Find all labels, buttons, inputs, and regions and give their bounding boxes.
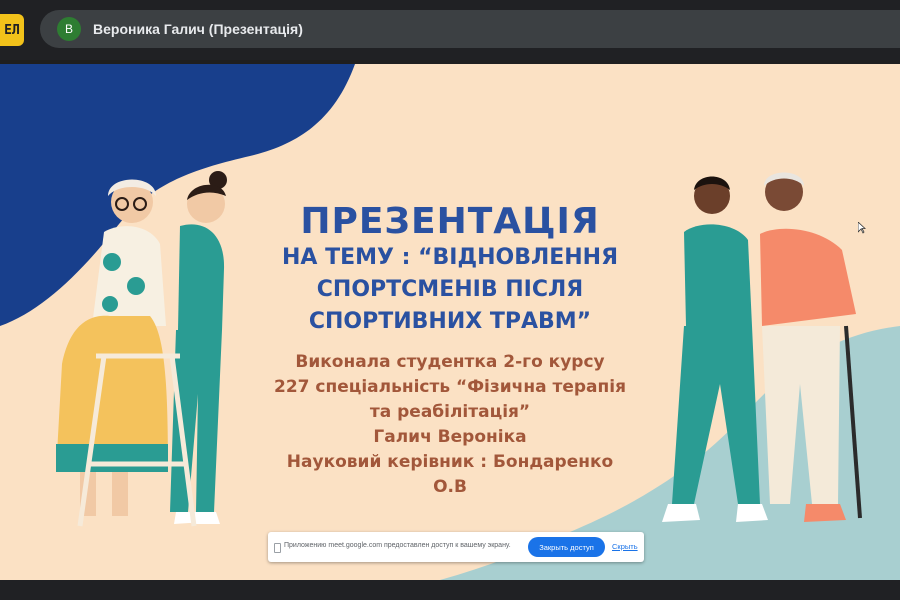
mouse-cursor-icon [858, 222, 866, 234]
author-line: Виконала студентка 2-го курсу [295, 352, 605, 372]
right-nurse-top [684, 224, 752, 326]
slide-author-info: Виконала студентка 2-го курсу 227 спеціа… [220, 350, 680, 500]
screen-share-notice-text: Приложению meet.google.com предоставлен … [284, 542, 511, 549]
author-line: Галич Вероніка [373, 427, 527, 447]
author-line: та реабілітація” [369, 402, 531, 422]
author-line: 227 спеціальність “Фізична терапія [274, 377, 626, 397]
woman-cardigan [92, 226, 166, 326]
window-title-bar: В Вероника Галич (Презентація) [40, 10, 900, 48]
stop-sharing-button[interactable]: Закрыть доступ [528, 537, 605, 557]
topic-line: НА ТЕМУ : “ВІДНОВЛЕННЯ [281, 245, 619, 270]
topic-line: СПОРТСМЕНІВ ПІСЛЯ [316, 277, 584, 302]
slide-text-block: ПРЕЗЕНТАЦІЯ НА ТЕМУ : “ВІДНОВЛЕННЯ СПОРТ… [220, 202, 680, 500]
shared-screen-area: ПРЕЗЕНТАЦІЯ НА ТЕМУ : “ВІДНОВЛЕННЯ СПОРТ… [0, 60, 900, 600]
topic-line: СПОРТИВНИХ ТРАВМ” [308, 309, 592, 334]
screen-share-notice: Приложению meet.google.com предоставлен … [268, 532, 644, 562]
avatar: В [57, 17, 81, 41]
nurse-top [178, 224, 225, 330]
author-line: Науковий керівник : Бондаренко [286, 452, 614, 472]
slide-title: ПРЕЗЕНТАЦІЯ [300, 201, 600, 242]
bottom-strip [0, 580, 900, 600]
hide-notice-link[interactable]: Скрыть [612, 542, 638, 551]
app-icon[interactable]: ЕЛ [0, 14, 24, 46]
top-bar: ЕЛ В Вероника Галич (Презентація) [0, 0, 900, 60]
slide-topic: НА ТЕМУ : “ВІДНОВЛЕННЯ СПОРТСМЕНІВ ПІСЛЯ… [220, 242, 680, 338]
author-line: О.В [433, 477, 467, 497]
old-man-sweater [760, 228, 856, 326]
drag-handle-icon[interactable] [274, 543, 281, 553]
window-title: Вероника Галич (Презентація) [93, 21, 303, 37]
presentation-slide: ПРЕЗЕНТАЦІЯ НА ТЕМУ : “ВІДНОВЛЕННЯ СПОРТ… [0, 64, 900, 580]
